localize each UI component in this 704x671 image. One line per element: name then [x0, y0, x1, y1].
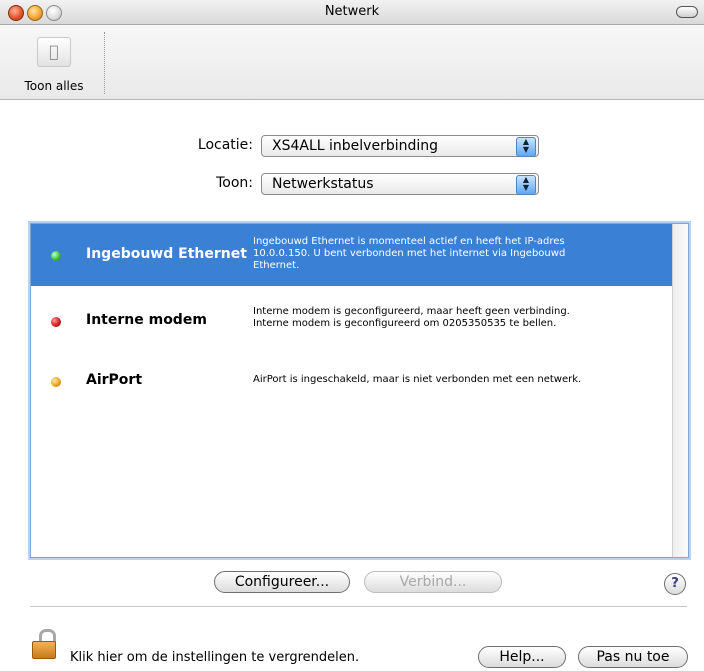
window-titlebar: Netwerk	[0, 0, 704, 25]
description-line: Interne modem is geconfigureerd om 02053…	[253, 318, 557, 329]
apple-icon: 	[37, 37, 71, 67]
status-dot-red-icon	[51, 317, 61, 327]
description-line: 10.0.0.150. U bent verbonden met het int…	[253, 248, 566, 259]
show-label: Toon:	[216, 175, 253, 191]
toolbar-divider	[104, 32, 105, 94]
service-row-interne-modem[interactable]: Interne modem Interne modem is geconfigu…	[31, 290, 672, 352]
list-scrollbar[interactable]	[672, 224, 688, 557]
service-description: Interne modem is geconfigureerd, maar he…	[253, 306, 653, 330]
location-value: XS4ALL inbelverbinding	[272, 138, 439, 154]
status-dot-green-icon	[51, 251, 61, 261]
toolbar-toggle-button[interactable]	[676, 6, 698, 18]
show-all-label: Toon alles	[24, 79, 84, 93]
description-line: AirPort is ingeschakeld, maar is niet ve…	[253, 374, 582, 385]
apply-now-button[interactable]: Pas nu toe	[578, 646, 688, 668]
service-description: AirPort is ingeschakeld, maar is niet ve…	[253, 374, 653, 386]
toolbar:  Toon alles	[0, 25, 704, 100]
help-question-button[interactable]: ?	[664, 573, 686, 595]
popup-arrows-icon: ▲ ▼	[516, 137, 536, 157]
service-name: Interne modem	[86, 312, 207, 328]
lock-instructions: Klik hier om de instellingen te vergrend…	[70, 650, 360, 665]
show-popup[interactable]: Netwerkstatus ▲ ▼	[261, 173, 539, 195]
service-row-airport[interactable]: AirPort AirPort is ingeschakeld, maar is…	[31, 350, 672, 412]
show-value: Netwerkstatus	[272, 176, 374, 192]
configure-button[interactable]: Configureer...	[214, 571, 350, 593]
location-popup[interactable]: XS4ALL inbelverbinding ▲ ▼	[261, 135, 539, 157]
lock-icon[interactable]	[32, 629, 56, 659]
connect-button[interactable]: Verbind...	[364, 571, 502, 593]
location-label: Locatie:	[197, 137, 253, 153]
service-description: Ingebouwd Ethernet is momenteel actief e…	[253, 236, 653, 272]
description-line: Ethernet.	[253, 260, 300, 271]
show-all-button[interactable]:  Toon alles	[12, 37, 96, 97]
description-line: Ingebouwd Ethernet is momenteel actief e…	[253, 236, 565, 247]
popup-arrows-icon: ▲ ▼	[516, 175, 536, 195]
help-button[interactable]: Help...	[478, 646, 566, 668]
window-title: Netwerk	[324, 4, 380, 19]
service-name: AirPort	[86, 372, 143, 388]
network-services-list[interactable]: Ingebouwd Ethernet Ingebouwd Ethernet is…	[30, 223, 689, 558]
description-line: Interne modem is geconfigureerd, maar he…	[253, 306, 570, 317]
status-dot-orange-icon	[51, 377, 61, 387]
separator	[30, 606, 687, 607]
service-row-ingebouwd-ethernet[interactable]: Ingebouwd Ethernet Ingebouwd Ethernet is…	[31, 224, 672, 286]
service-name: Ingebouwd Ethernet	[86, 246, 247, 262]
